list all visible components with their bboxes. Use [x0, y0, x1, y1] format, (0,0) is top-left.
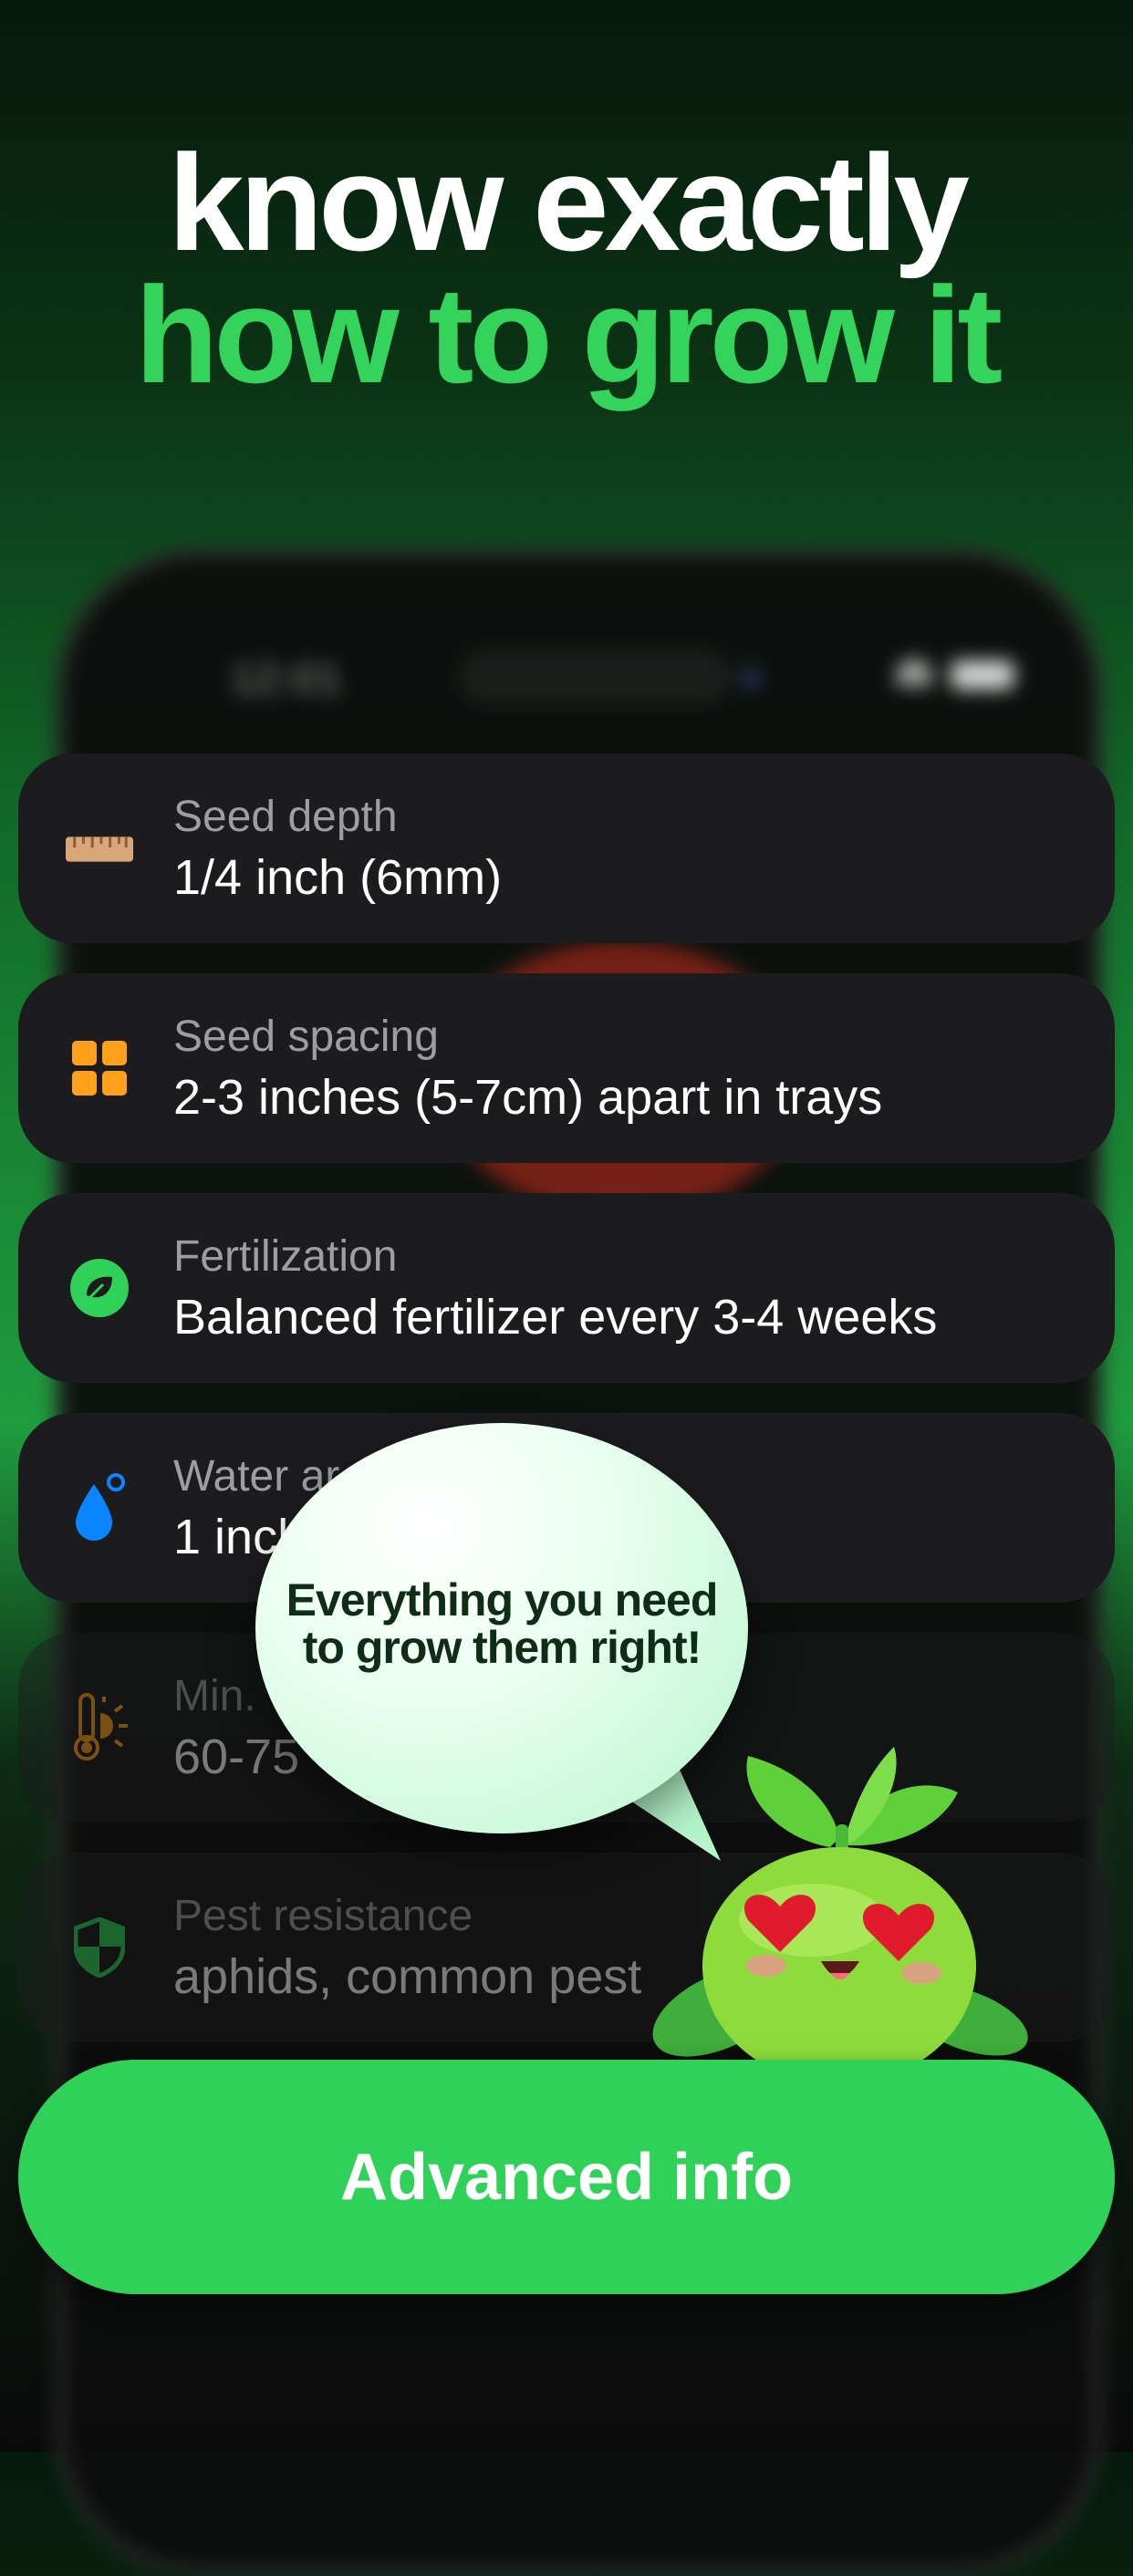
water-drop-icon [66, 1473, 133, 1541]
card-label: Seed depth [173, 793, 398, 841]
card-value: 60-75 [173, 1729, 300, 1784]
ruler-icon [66, 819, 133, 878]
plant-mascot-icon [652, 1747, 1028, 2066]
card-label: Fertilization [173, 1232, 398, 1281]
card-label: Seed spacing [173, 1013, 439, 1061]
card-value: aphids, common pest [173, 1949, 642, 2004]
card-seed-spacing: Seed spacing 2-3 inches (5-7cm) apart in… [18, 973, 1115, 1163]
shield-icon [66, 1917, 133, 1978]
headline-line-1: know exactly [168, 126, 970, 279]
speech-bubble-text: Everything you need to grow them right! [286, 1574, 719, 1673]
headline-line-2: how to grow it [134, 258, 1003, 411]
phone-status-bar: 12:01 [66, 649, 1092, 704]
battery-icon [951, 660, 1014, 690]
card-fertilization: Fertilization Balanced fertilizer every … [18, 1193, 1115, 1383]
leaf-icon [66, 1259, 133, 1317]
thermometer-sun-icon [66, 1693, 133, 1761]
card-value: 1/4 inch (6mm) [173, 850, 503, 905]
advanced-info-button[interactable]: Advanced info [18, 2060, 1115, 2294]
camera-dot [741, 668, 761, 688]
card-seed-depth: Seed depth 1/4 inch (6mm) [18, 753, 1115, 943]
wifi-icon [896, 659, 932, 686]
card-value: Balanced fertilizer every 3-4 weeks [173, 1290, 938, 1345]
headline: know exactly how to grow it [0, 126, 1133, 411]
phone-time: 12:01 [230, 655, 342, 703]
card-label: Pest resistance [173, 1892, 473, 1940]
card-value: 2-3 inches (5-7cm) apart in trays [173, 1070, 883, 1125]
card-label: Min. [173, 1672, 256, 1720]
dynamic-island [458, 649, 732, 704]
grid-icon [66, 1039, 133, 1097]
